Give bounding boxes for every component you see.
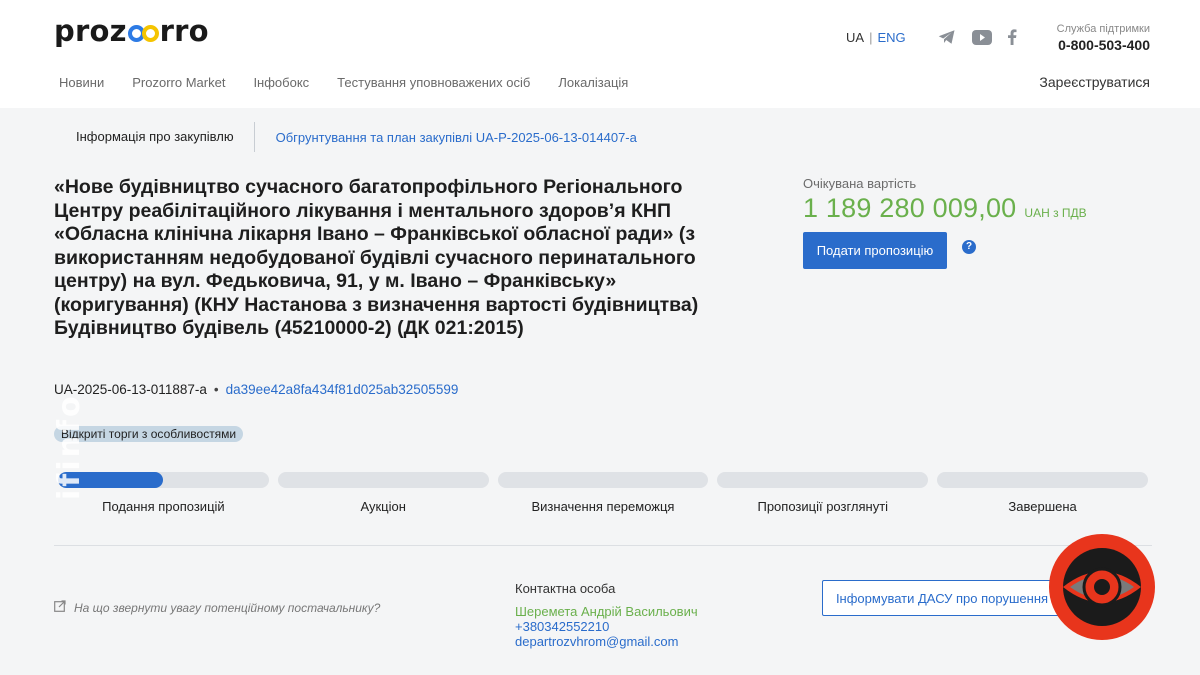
stage-bar bbox=[277, 472, 489, 488]
support-block: Служба підтримки 0-800-503-400 bbox=[1057, 23, 1150, 53]
nav-item-testing[interactable]: Тестування уповноважених осіб bbox=[337, 75, 530, 90]
submit-offer-button[interactable]: Подати пропозицію bbox=[803, 232, 947, 269]
expected-value-label: Очікувана вартість bbox=[803, 176, 917, 191]
stage-label: Аукціон bbox=[360, 499, 406, 514]
stage-label: Пропозиції розглянуті bbox=[757, 499, 889, 514]
facebook-icon[interactable] bbox=[1002, 27, 1022, 47]
stage-auction: Аукціон bbox=[277, 472, 489, 514]
youtube-icon[interactable] bbox=[972, 27, 992, 47]
stage-reviewed: Пропозиції розглянуті bbox=[717, 472, 929, 514]
stage-offers: Подання пропозицій bbox=[58, 472, 269, 514]
supplier-hint-text: На що звернути увагу потенційному постач… bbox=[74, 600, 381, 615]
stage-bar bbox=[937, 472, 1148, 488]
tender-stages: Подання пропозицій Аукціон Визначення пе… bbox=[58, 472, 1148, 514]
expected-value: 1 189 280 009,00 UAH з ПДВ bbox=[803, 193, 1087, 224]
lang-ua[interactable]: UA bbox=[846, 30, 864, 45]
tab-plan[interactable]: Обгрунтування та план закупівлі UA-P-202… bbox=[255, 130, 637, 145]
nav-item-infobox[interactable]: Інфобокс bbox=[253, 75, 309, 90]
stage-bar bbox=[58, 472, 269, 488]
help-icon[interactable]: ? bbox=[962, 240, 976, 254]
stage-label: Визначення переможця bbox=[531, 499, 675, 514]
id-separator: • bbox=[213, 382, 219, 397]
support-label: Служба підтримки bbox=[1056, 23, 1150, 35]
site-header: proz rro UA | ENG Служба підтримки 0-800-… bbox=[0, 0, 1200, 108]
lang-eng[interactable]: ENG bbox=[877, 30, 905, 45]
stage-completed: Завершена bbox=[937, 472, 1148, 514]
external-link-icon bbox=[54, 600, 66, 615]
tender-tabs: Інформація про закупівлю Обгрунтування т… bbox=[54, 122, 637, 152]
contact-phone[interactable]: +380342552210 bbox=[515, 619, 698, 634]
stage-bar bbox=[497, 472, 709, 488]
logo-rings bbox=[127, 20, 159, 42]
register-link[interactable]: Зареєструватися bbox=[1039, 74, 1150, 90]
stage-bar bbox=[717, 472, 929, 488]
value-amount: 1 189 280 009,00 bbox=[803, 193, 1017, 223]
contact-email[interactable]: departrozvhrom@gmail.com bbox=[515, 634, 698, 649]
language-switcher: UA | ENG bbox=[846, 30, 906, 45]
eye-watermark-icon bbox=[1049, 534, 1155, 640]
report-dasu-button[interactable]: Інформувати ДАСУ про порушення bbox=[822, 580, 1062, 616]
stage-label: Завершена bbox=[1008, 499, 1077, 514]
support-phone[interactable]: 0-800-503-400 bbox=[1057, 37, 1150, 53]
tab-info[interactable]: Інформація про закупівлю bbox=[54, 122, 255, 152]
main-nav: Новини Prozorro Market Інфобокс Тестуван… bbox=[59, 75, 628, 90]
tender-title: «Нове будівництво сучасного багатопрофіл… bbox=[54, 176, 699, 339]
tender-ids: UA-2025-06-13-011887-a • da39ee42a8fa434… bbox=[54, 382, 458, 397]
watermark-text: ifinfo bbox=[52, 393, 87, 500]
supplier-hint-link[interactable]: На що звернути увагу потенційному постач… bbox=[54, 600, 380, 615]
telegram-icon[interactable] bbox=[937, 27, 957, 47]
stage-label: Подання пропозицій bbox=[102, 499, 225, 514]
prozorro-logo[interactable]: proz rro bbox=[54, 14, 209, 48]
tender-hash-link[interactable]: da39ee42a8fa434f81d025ab32505599 bbox=[226, 382, 459, 397]
lang-separator: | bbox=[869, 30, 873, 45]
value-unit: UAH з ПДВ bbox=[1024, 206, 1087, 220]
nav-item-market[interactable]: Prozorro Market bbox=[132, 75, 225, 90]
contact-block: Контактна особа Шеремета Андрій Васильов… bbox=[515, 581, 698, 649]
nav-item-news[interactable]: Новини bbox=[59, 75, 104, 90]
nav-item-localization[interactable]: Локалізація bbox=[558, 75, 628, 90]
stage-winner: Визначення переможця bbox=[497, 472, 709, 514]
contact-heading: Контактна особа bbox=[515, 581, 616, 596]
section-divider bbox=[54, 545, 1152, 546]
contact-name: Шеремета Андрій Васильович bbox=[515, 604, 698, 619]
